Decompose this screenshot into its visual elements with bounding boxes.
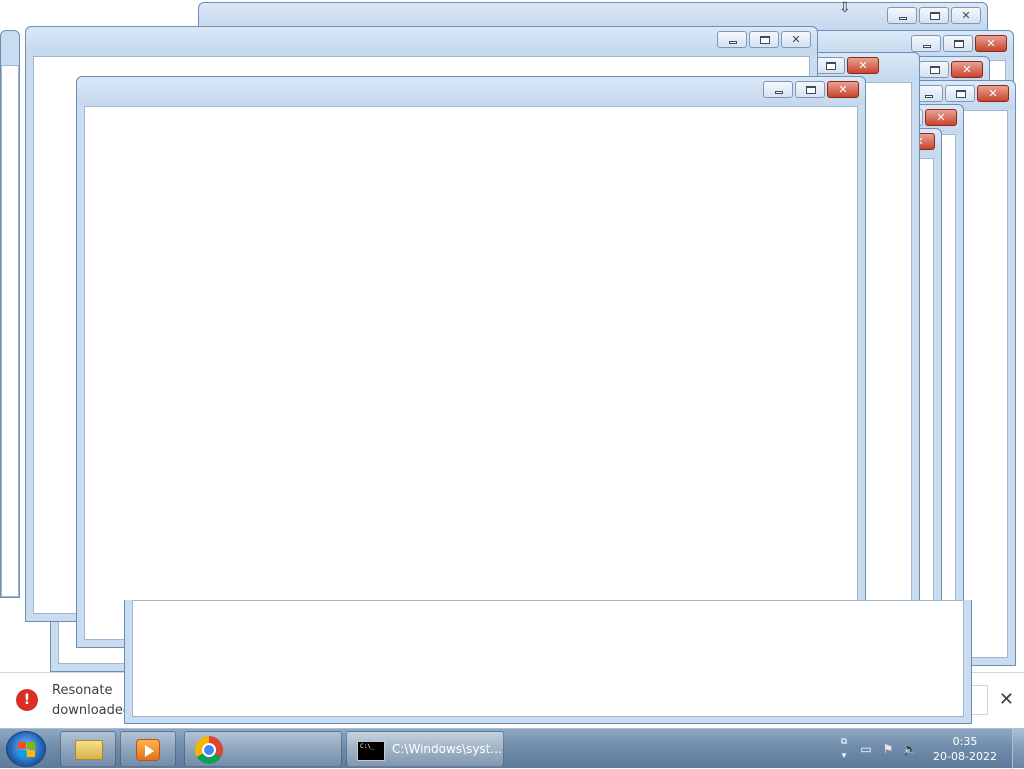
minimize-icon xyxy=(923,45,931,48)
app-window[interactable] xyxy=(124,600,972,724)
close-icon: ✕ xyxy=(988,87,998,100)
volume-icon[interactable]: 🔈 xyxy=(902,742,918,756)
maximize-button[interactable] xyxy=(945,85,975,102)
close-icon: ✕ xyxy=(936,111,946,124)
taskbar-chrome-button[interactable] xyxy=(184,731,342,767)
maximize-button[interactable] xyxy=(919,61,949,78)
minimize-icon xyxy=(925,95,933,98)
maximize-button[interactable] xyxy=(815,57,845,74)
close-icon: ✕ xyxy=(961,9,971,22)
close-icon: ✕ xyxy=(986,37,996,50)
taskbar-cmd-button[interactable]: C:\_ C:\Windows\syst... xyxy=(346,731,504,767)
maximize-icon xyxy=(956,90,966,98)
network-icon[interactable]: ▭ xyxy=(858,742,874,756)
maximize-button[interactable] xyxy=(943,35,973,52)
minimize-button[interactable] xyxy=(887,7,917,24)
windows-start-icon xyxy=(18,742,36,758)
maximize-icon xyxy=(930,12,940,20)
minimize-icon xyxy=(775,91,783,94)
maximize-icon xyxy=(806,86,816,94)
window-client-area xyxy=(1,65,19,597)
maximize-button[interactable] xyxy=(919,7,949,24)
maximize-button[interactable] xyxy=(795,81,825,98)
taskbar-explorer-button[interactable] xyxy=(60,731,116,767)
close-button[interactable]: ✕ xyxy=(951,7,981,24)
maximize-button[interactable] xyxy=(749,31,779,48)
media-player-icon xyxy=(136,739,160,761)
download-item[interactable]: Resonate downloaded xyxy=(52,681,131,721)
close-icon: ✕ xyxy=(858,59,868,72)
download-filename: Resonate xyxy=(52,683,113,698)
clock-date: 20-08-2022 xyxy=(933,750,997,763)
app-window[interactable] xyxy=(0,30,20,598)
minimize-button[interactable] xyxy=(717,31,747,48)
mouse-cursor-icon: ⇩ xyxy=(839,0,851,16)
title-bar[interactable] xyxy=(77,77,865,105)
maximize-icon xyxy=(930,66,940,74)
show-hidden-icons-icon[interactable]: ⧉ ▾ xyxy=(836,735,852,761)
command-prompt-icon: C:\_ xyxy=(357,741,385,761)
minimize-icon xyxy=(899,17,907,20)
action-center-icon[interactable]: ⚑ xyxy=(880,742,896,756)
taskbar: C:\_ C:\Windows\syst... ⧉ ▾ ▭ ⚑ 🔈 0:35 20… xyxy=(0,728,1024,769)
close-button[interactable]: ✕ xyxy=(975,35,1007,52)
maximize-icon xyxy=(760,36,770,44)
close-icon: ✕ xyxy=(838,83,848,96)
close-icon: ✕ xyxy=(791,33,801,46)
maximize-icon xyxy=(826,62,836,70)
app-window[interactable]: ✕ xyxy=(76,76,866,648)
taskbar-media-button[interactable] xyxy=(120,731,176,767)
close-button[interactable]: ✕ xyxy=(781,31,811,48)
download-status: downloaded xyxy=(52,703,132,718)
close-button[interactable]: ✕ xyxy=(847,57,879,74)
chrome-icon xyxy=(195,736,223,764)
window-client-area xyxy=(84,106,858,640)
close-icon: ✕ xyxy=(962,63,972,76)
download-bar-close-button[interactable]: ✕ xyxy=(999,689,1014,710)
close-button[interactable]: ✕ xyxy=(925,109,957,126)
minimize-button[interactable] xyxy=(911,35,941,52)
system-tray: ⧉ ▾ ▭ ⚑ 🔈 0:35 20-08-2022 xyxy=(824,729,1024,769)
clock[interactable]: 0:35 20-08-2022 xyxy=(930,734,1000,764)
taskbar-cmd-label: C:\Windows\syst... xyxy=(392,742,502,756)
maximize-icon xyxy=(954,40,964,48)
window-client-area xyxy=(132,600,964,717)
title-bar[interactable] xyxy=(26,27,817,55)
clock-time: 0:35 xyxy=(952,735,978,748)
close-button[interactable]: ✕ xyxy=(977,85,1009,102)
folder-icon xyxy=(75,740,103,760)
close-button[interactable]: ✕ xyxy=(827,81,859,98)
minimize-icon xyxy=(729,41,737,44)
show-desktop-button[interactable] xyxy=(1012,729,1024,769)
minimize-button[interactable] xyxy=(763,81,793,98)
error-icon: ! xyxy=(16,689,38,711)
start-button[interactable] xyxy=(6,731,46,767)
close-button[interactable]: ✕ xyxy=(951,61,983,78)
